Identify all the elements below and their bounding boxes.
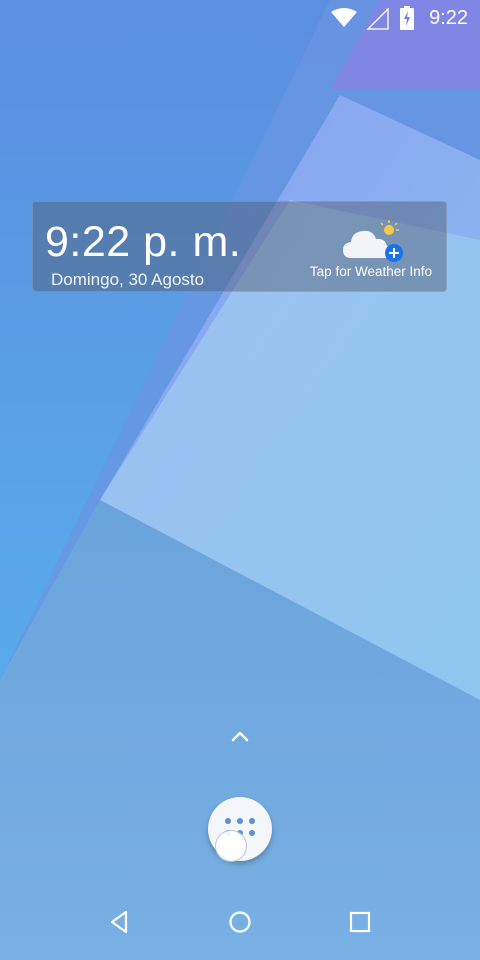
- battery-charging-icon: [400, 6, 414, 30]
- touch-indicator: [215, 830, 247, 862]
- widget-date[interactable]: Domingo, 30 Agosto: [51, 270, 204, 290]
- wifi-icon: [331, 8, 357, 27]
- chevron-up-icon[interactable]: [228, 728, 252, 744]
- navigation-bar: [0, 886, 480, 960]
- recents-icon[interactable]: [346, 908, 374, 936]
- clock-weather-widget[interactable]: 9:22 p. m. Domingo, 30 Agosto Tap for We…: [32, 201, 447, 292]
- weather-info-label[interactable]: Tap for Weather Info: [310, 264, 432, 279]
- partly-cloudy-add-icon[interactable]: [341, 218, 407, 264]
- status-time: 9:22: [429, 7, 468, 29]
- back-icon[interactable]: [106, 908, 134, 936]
- widget-clock[interactable]: 9:22 p. m.: [45, 218, 241, 267]
- home-icon[interactable]: [226, 908, 254, 936]
- status-bar: 9:22: [0, 0, 480, 36]
- cell-signal-icon: [366, 8, 389, 30]
